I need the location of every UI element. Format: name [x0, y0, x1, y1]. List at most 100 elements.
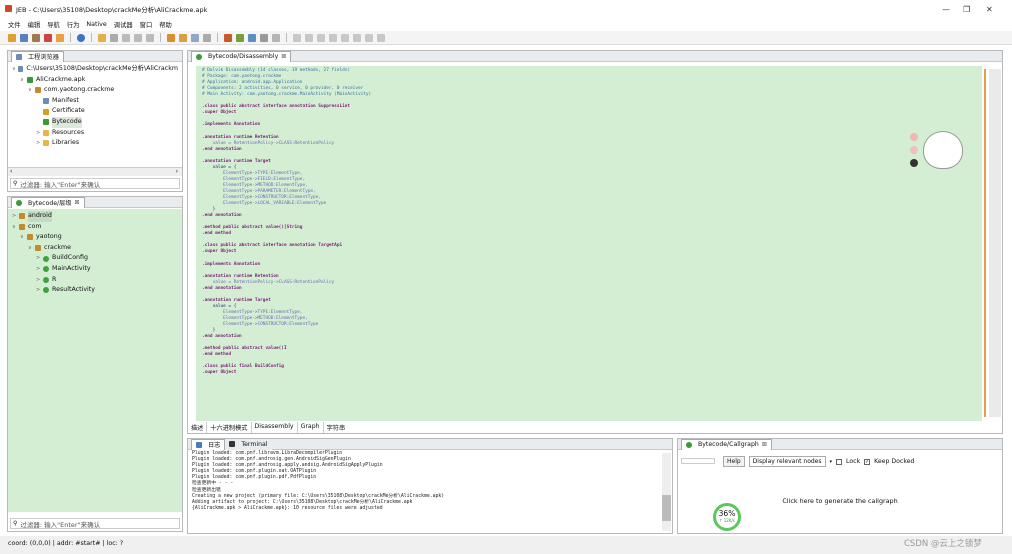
scroll-thumb[interactable] [662, 495, 671, 521]
hierarchy-tree-item[interactable]: ∨ crackme [12, 243, 178, 254]
hierarchy-filter-field[interactable]: ⚲ 过滤器: 输入"Enter"来确认 [10, 518, 180, 529]
step-out-icon[interactable] [365, 33, 373, 42]
page-icon[interactable] [203, 33, 211, 42]
vertical-scrollbar[interactable] [989, 69, 1001, 417]
tab-log[interactable]: 日志 [191, 438, 226, 450]
menu-edit[interactable]: 编辑 [28, 20, 41, 29]
step-into-icon[interactable] [341, 33, 349, 42]
project-filter-field[interactable]: ⚲ 过滤器: 输入"Enter"来确认 [10, 178, 180, 189]
maximize-button[interactable]: ❐ [963, 5, 970, 14]
hierarchy-tree-item[interactable]: > android [12, 211, 178, 222]
callgraph-hint[interactable]: Click here to generate the callgraph [782, 497, 897, 505]
hierarchy-tree-item[interactable]: > BuildConfig [12, 253, 178, 264]
tab-hierarchy[interactable]: Bytecode/层级 ⊠ [11, 196, 85, 208]
tab-project-explorer[interactable]: 工程浏览器 [11, 50, 64, 62]
chevron-down-icon[interactable]: ∨ [20, 232, 27, 243]
minimize-button[interactable]: — [942, 5, 950, 14]
forward-icon[interactable] [134, 33, 142, 42]
chevron-right-icon[interactable]: > [36, 128, 43, 139]
code-view[interactable]: # Dalvik Disassembly (14 classes, 19 met… [196, 66, 982, 421]
link-icon[interactable] [272, 33, 280, 42]
chevron-right-icon[interactable]: > [12, 211, 19, 222]
grid-icon[interactable] [224, 33, 232, 42]
horizontal-scrollbar[interactable]: ‹ › [8, 167, 182, 176]
keep-docked-checkbox[interactable]: ✓ [864, 458, 871, 465]
scroll-left-icon[interactable]: ‹ [10, 168, 12, 175]
hierarchy-tree-item[interactable]: ∨ com [12, 222, 178, 233]
node-display-select[interactable]: Display relevant nodes [748, 456, 826, 467]
tab-terminal[interactable]: Terminal [225, 438, 272, 450]
graph-icon[interactable] [260, 33, 268, 42]
chevron-right-icon[interactable]: > [36, 285, 43, 296]
project-tree-item[interactable]: ∨ C:\Users\35108\Desktop\crackMe分析\AliCra… [12, 64, 178, 75]
close-tab-icon[interactable]: ⊠ [281, 53, 286, 60]
jump-icon[interactable] [146, 33, 154, 42]
float-widget-icon[interactable] [910, 159, 918, 167]
debug-run-icon[interactable] [305, 33, 313, 42]
tab-hex[interactable]: 十六进制模式 [207, 422, 252, 433]
chevron-right-icon[interactable]: > [36, 138, 43, 149]
help-button[interactable]: Help [723, 456, 745, 467]
float-widget-icon[interactable] [910, 133, 918, 141]
project-tree-item[interactable]: Certificate [12, 106, 178, 117]
menu-navigate[interactable]: 导航 [47, 20, 60, 29]
project-tree-item[interactable]: ∨ AliCrackme.apk [12, 75, 178, 86]
chevron-down-icon[interactable]: ▾ [830, 459, 833, 465]
tab-graph[interactable]: Graph [298, 422, 324, 433]
debug-stop-icon[interactable] [329, 33, 337, 42]
wand-icon[interactable] [179, 33, 187, 42]
chevron-down-icon[interactable]: ∨ [28, 243, 35, 254]
debug-pause-icon[interactable] [317, 33, 325, 42]
console-output[interactable]: Plugin loaded: com.pnf.libravm.LibraDeco… [188, 450, 672, 513]
tab-callgraph[interactable]: Bytecode/Callgraph ⊠ [681, 438, 772, 450]
close-tab-icon[interactable]: ⊠ [75, 199, 80, 206]
rename-icon[interactable] [98, 33, 106, 42]
tab-description[interactable]: 描述 [188, 422, 208, 433]
disassembly-code[interactable]: # Dalvik Disassembly (14 classes, 19 met… [196, 66, 982, 378]
console-scrollbar[interactable] [662, 453, 671, 531]
tab-disassembly[interactable]: Bytecode/Disassembly ⊠ [191, 50, 292, 62]
globe-icon[interactable] [77, 33, 85, 42]
stop-icon[interactable] [44, 33, 52, 42]
menu-action[interactable]: 行为 [67, 20, 80, 29]
menu-help[interactable]: 帮助 [159, 20, 172, 29]
tree-icon[interactable] [248, 33, 256, 42]
tab-strings[interactable]: 字符串 [324, 422, 349, 433]
decompile-icon[interactable] [167, 33, 175, 42]
chevron-down-icon[interactable]: ∨ [28, 85, 35, 96]
chevron-down-icon[interactable]: ∨ [20, 75, 27, 86]
hierarchy-tree-item[interactable]: > R [12, 275, 178, 286]
project-tree-item[interactable]: ∨ com.yaotong.crackme [12, 85, 178, 96]
project-tree-item[interactable]: > Libraries [12, 138, 178, 149]
menu-window[interactable]: 窗口 [140, 20, 153, 29]
hierarchy-tree-item[interactable]: > MainActivity [12, 264, 178, 275]
properties-icon[interactable] [32, 33, 40, 42]
hierarchy-tree-item[interactable]: ∨ yaotong [12, 232, 178, 243]
run-to-icon[interactable] [377, 33, 385, 42]
script-icon[interactable] [191, 33, 199, 42]
menu-native[interactable]: Native [86, 21, 106, 28]
project-tree-item[interactable]: Bytecode [12, 116, 178, 128]
filter-icon[interactable] [236, 33, 244, 42]
menu-file[interactable]: 文件 [8, 20, 21, 29]
close-button[interactable]: ✕ [986, 5, 993, 14]
project-tree-item[interactable]: Manifest [12, 96, 178, 107]
debug-attach-icon[interactable] [293, 33, 301, 42]
chevron-right-icon[interactable]: > [36, 253, 43, 264]
chevron-right-icon[interactable]: > [36, 275, 43, 286]
chevron-down-icon[interactable]: ∨ [12, 222, 19, 233]
scroll-right-icon[interactable]: › [176, 168, 178, 175]
hierarchy-tree-item[interactable]: > ResultActivity [12, 285, 178, 296]
open-folder-icon[interactable] [8, 33, 16, 42]
export-icon[interactable] [56, 33, 64, 42]
callgraph-search-input[interactable] [681, 458, 715, 464]
menu-debugger[interactable]: 调试器 [114, 20, 133, 29]
code-line[interactable]: .super Object [202, 370, 976, 376]
comment-icon[interactable] [110, 33, 118, 42]
chevron-right-icon[interactable]: > [36, 264, 43, 275]
project-tree-item[interactable]: > Resources [12, 128, 178, 139]
lock-checkbox[interactable] [836, 458, 843, 465]
float-widget-icon[interactable] [910, 146, 918, 154]
save-icon[interactable] [20, 33, 28, 42]
step-over-icon[interactable] [353, 33, 361, 42]
